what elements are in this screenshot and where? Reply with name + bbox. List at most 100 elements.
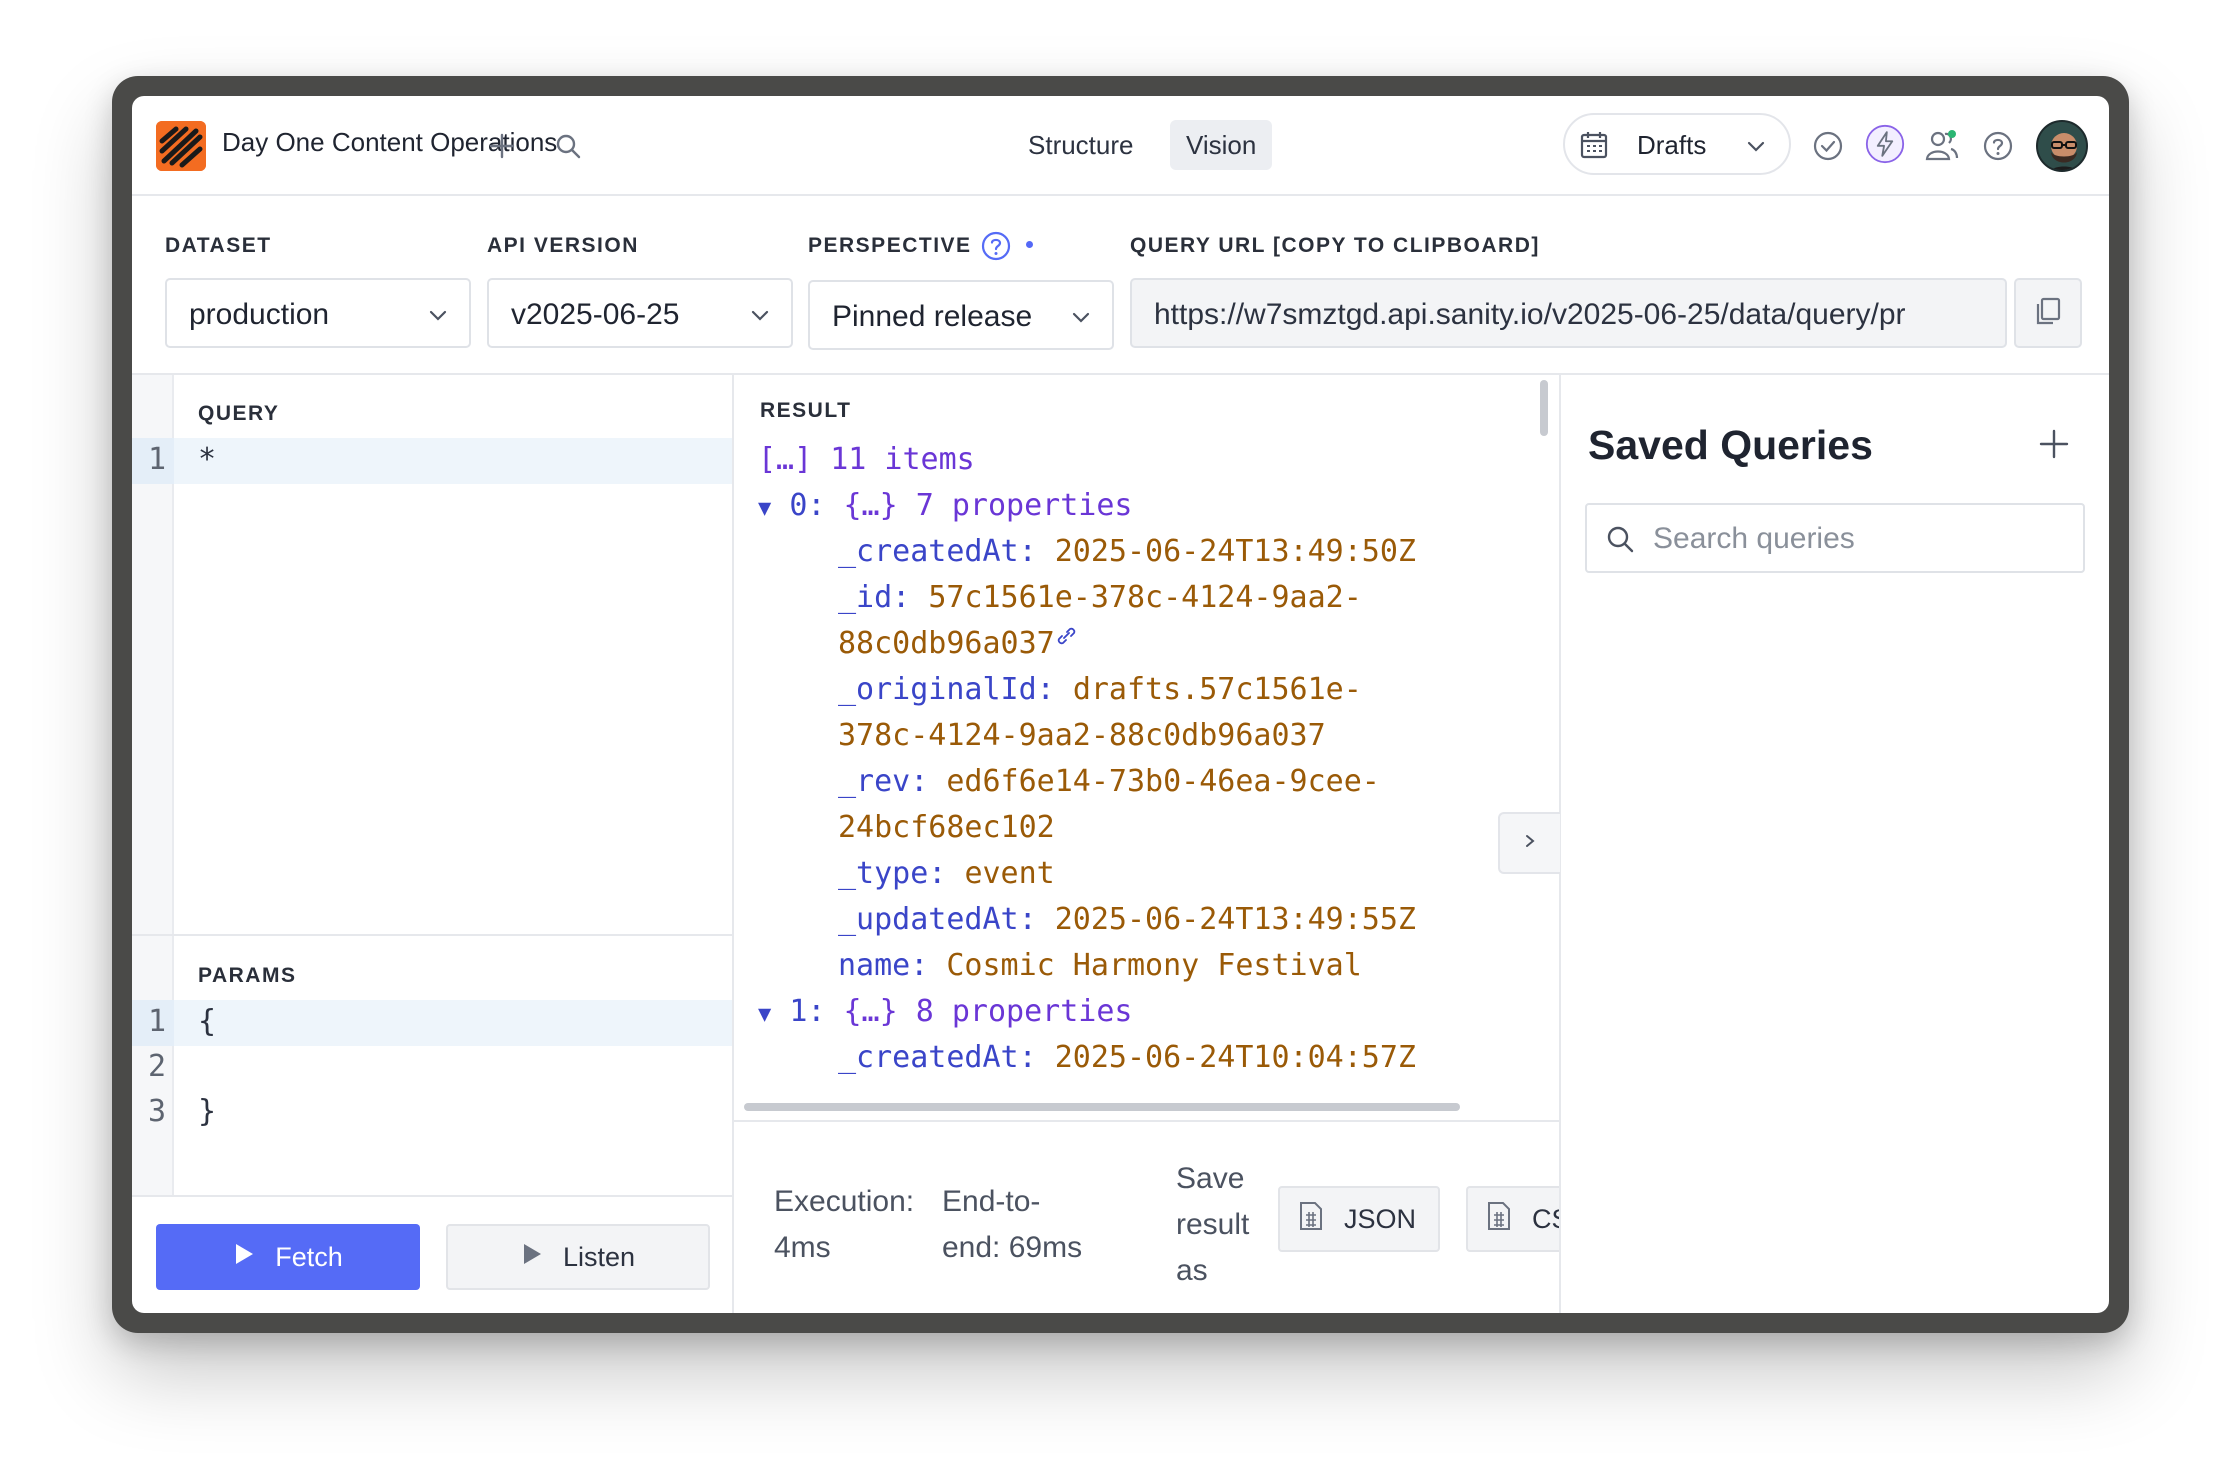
json-value: Cosmic Harmony Festival — [946, 948, 1362, 983]
query-url-value: https://w7smztgd.api.sanity.io/v2025-06-… — [1154, 298, 1906, 331]
params-title: PARAMS — [198, 964, 297, 987]
perspective-value: Pinned release — [832, 300, 1033, 333]
save-label-line: result — [1176, 1208, 1250, 1241]
json-key: _originalId: — [838, 672, 1055, 707]
params-editor-line[interactable]: { — [198, 1004, 216, 1039]
save-csv-button[interactable]: CSV — [1466, 1186, 1559, 1252]
status-dot — [1026, 241, 1033, 248]
api-version-select[interactable]: v2025-06-25 — [487, 278, 793, 348]
query-editor[interactable] — [176, 484, 732, 930]
horizontal-scrollbar[interactable] — [744, 1103, 1460, 1111]
chevron-down-icon — [749, 304, 771, 331]
json-value: 24bcf68ec102 — [838, 810, 1055, 845]
search-icon[interactable] — [548, 126, 588, 166]
check-circle-icon[interactable] — [1808, 126, 1848, 166]
json-key: _type: — [838, 856, 947, 891]
search-icon — [1605, 524, 1635, 559]
json-field: _rev: ed6f6e14-73b0-46ea-9cee- — [838, 759, 1380, 805]
plus-icon[interactable] — [2038, 428, 2070, 465]
json-key: _id: — [838, 580, 911, 615]
line-number: 1 — [147, 1004, 166, 1039]
help-icon[interactable] — [980, 230, 1012, 267]
active-line — [132, 438, 732, 484]
play-icon — [233, 1242, 255, 1273]
json-value: 2025-06-24T13:49:55Z — [1054, 902, 1416, 937]
json-index: 0: — [789, 488, 826, 523]
api-version-label: API VERSION — [487, 234, 639, 257]
json-value: drafts.57c1561e- — [1072, 672, 1362, 707]
perspective-label: Drafts — [1637, 130, 1707, 160]
save-json-button[interactable]: JSON — [1278, 1186, 1440, 1252]
json-field: _type: event — [838, 851, 1055, 897]
dataset-value: production — [189, 298, 330, 331]
tab-vision[interactable]: Vision — [1170, 120, 1273, 170]
active-line — [132, 1000, 732, 1046]
json-summary: {…} 8 properties — [843, 994, 1133, 1029]
line-number: 3 — [147, 1094, 166, 1129]
file-icon — [1486, 1201, 1512, 1238]
json-field-cont: 24bcf68ec102 — [838, 805, 1055, 851]
params-editor-line[interactable]: } — [198, 1094, 216, 1129]
json-item-header[interactable]: ▼ 1: {…} 8 properties — [758, 989, 1132, 1038]
save-label-line: Save — [1176, 1162, 1245, 1195]
json-summary: {…} 7 properties — [843, 488, 1133, 523]
user-avatar[interactable] — [2036, 120, 2088, 172]
users-icon[interactable] — [1922, 125, 1962, 165]
chevron-down-icon — [1745, 135, 1767, 162]
json-label: JSON — [1344, 1203, 1417, 1234]
copy-icon — [2033, 296, 2063, 331]
query-url-label[interactable]: QUERY URL [COPY TO CLIPBOARD] — [1130, 234, 1540, 258]
perspective-field-label: PERSPECTIVE — [808, 234, 972, 257]
expand-panel-button[interactable] — [1498, 812, 1560, 874]
project-logo[interactable] — [156, 121, 206, 171]
csv-label: CSV — [1532, 1203, 1559, 1234]
query-title: QUERY — [198, 402, 280, 425]
json-field: _originalId: drafts.57c1561e- — [838, 667, 1362, 713]
copy-url-button[interactable] — [2014, 278, 2082, 348]
vertical-scrollbar[interactable] — [1540, 380, 1548, 436]
perspective-select[interactable]: Pinned release — [808, 280, 1114, 350]
json-field: _createdAt: 2025-06-24T13:49:50Z — [838, 529, 1416, 575]
execution-value: 4ms — [774, 1231, 831, 1264]
json-field: name: Cosmic Harmony Festival — [838, 943, 1362, 989]
json-value: 378c-4124-9aa2-88c0db96a037 — [838, 718, 1326, 753]
json-field-cont[interactable]: 88c0db96a037 — [838, 621, 1077, 667]
chevron-down-icon — [1070, 306, 1092, 333]
json-value: ed6f6e14-73b0-46ea-9cee- — [946, 764, 1380, 799]
fetch-label: Fetch — [275, 1241, 343, 1272]
end-to-end-label: End-to- — [942, 1185, 1041, 1218]
result-panel[interactable]: RESULT […] 11 items ▼ 0: {…} 7 propertie… — [734, 375, 1559, 1095]
link-icon[interactable] — [1055, 626, 1077, 661]
end-to-end-value: end: 69ms — [942, 1231, 1083, 1264]
json-key: _rev: — [838, 764, 929, 799]
query-editor-line[interactable]: * — [198, 442, 216, 477]
dataset-label: DATASET — [165, 234, 272, 257]
json-field: _id: 57c1561e-378c-4124-9aa2- — [838, 575, 1362, 621]
line-number: 2 — [147, 1049, 166, 1084]
file-icon — [1298, 1201, 1324, 1238]
json-field: _createdAt: 2025-06-24T10:04:57Z — [838, 1035, 1416, 1081]
query-url-field[interactable]: https://w7smztgd.api.sanity.io/v2025-06-… — [1130, 278, 2007, 348]
help-icon[interactable] — [1978, 126, 2018, 166]
fetch-button[interactable]: Fetch — [156, 1224, 420, 1290]
execution-label: Execution: — [774, 1185, 915, 1218]
api-version-value: v2025-06-25 — [511, 298, 680, 331]
vision-app: Day One Content Operations Structure Vis… — [132, 96, 2109, 1313]
perspective-dropdown[interactable]: Drafts — [1563, 113, 1791, 175]
json-item-header[interactable]: ▼ 0: {…} 7 properties — [758, 483, 1132, 532]
divider — [132, 1195, 732, 1197]
tab-structure[interactable]: Structure — [1012, 120, 1150, 170]
plus-icon[interactable] — [482, 126, 522, 166]
search-queries-input[interactable] — [1653, 519, 2063, 559]
result-summary: […] 11 items — [758, 442, 975, 477]
json-value: 88c0db96a037 — [838, 626, 1055, 661]
listen-button[interactable]: Listen — [446, 1224, 710, 1290]
json-key: name: — [838, 948, 929, 983]
chevron-down-icon — [427, 304, 449, 331]
divider — [132, 934, 732, 936]
saved-queries-search[interactable] — [1585, 503, 2085, 573]
json-value: 2025-06-24T13:49:50Z — [1054, 534, 1416, 569]
dataset-select[interactable]: production — [165, 278, 471, 348]
json-value: event — [964, 856, 1055, 891]
bolt-icon[interactable] — [1865, 124, 1905, 164]
